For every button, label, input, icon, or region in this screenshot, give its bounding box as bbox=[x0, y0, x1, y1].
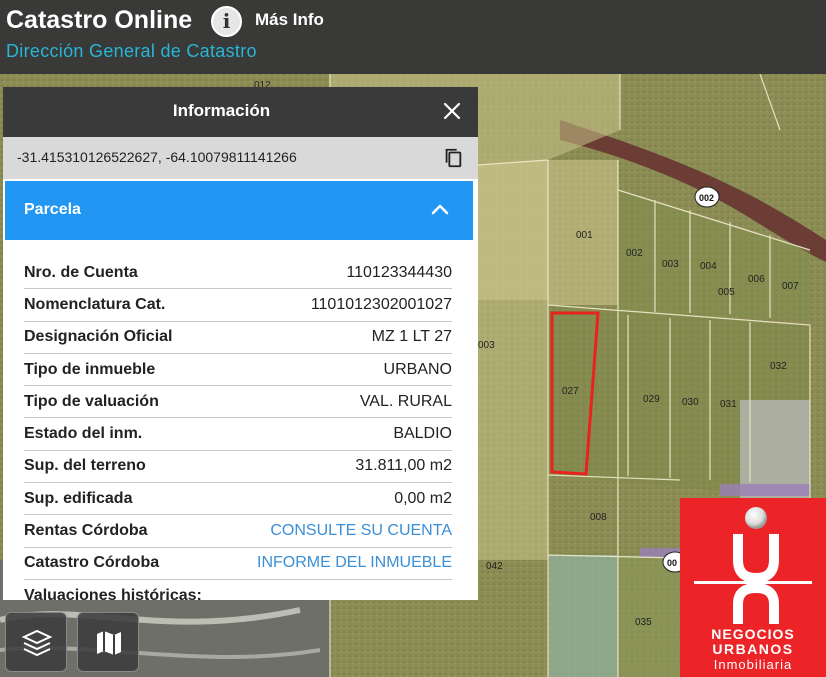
row-label: Tipo de valuación bbox=[24, 392, 159, 410]
detail-row-nomenclature: Nomenclatura Cat. 1101012302001027 bbox=[24, 289, 452, 322]
parcel-details: Nro. de Cuenta 110123344430 Nomenclatura… bbox=[24, 257, 452, 600]
basemap-button[interactable] bbox=[77, 612, 139, 672]
parcel-label: 002 bbox=[626, 248, 643, 259]
parcel-label: 007 bbox=[782, 281, 799, 292]
info-icon[interactable]: i bbox=[211, 6, 242, 37]
parcel-label: 032 bbox=[770, 361, 787, 372]
parcel-label: 027 bbox=[562, 386, 579, 397]
row-label: Sup. edificada bbox=[24, 489, 133, 507]
parcela-section-header[interactable]: Parcela bbox=[5, 181, 473, 240]
row-label: Nro. de Cuenta bbox=[24, 263, 138, 281]
parcel-label: 030 bbox=[682, 397, 699, 408]
row-label: Valuaciones históricas: bbox=[24, 587, 202, 600]
coordinates-bar: -31.415310126522627, -64.10079811141266 bbox=[3, 137, 478, 179]
app-subtitle: Dirección General de Catastro bbox=[6, 41, 257, 61]
negocios-urbanos-logo: NEGOCIOS URBANOS Inmobiliaria bbox=[680, 498, 826, 677]
parcel-label: 029 bbox=[643, 394, 660, 405]
row-value: 31.811,00 m2 bbox=[355, 457, 452, 475]
row-value: 0,00 m2 bbox=[394, 489, 452, 507]
row-value: MZ 1 LT 27 bbox=[371, 328, 452, 346]
road-badge: 002 bbox=[694, 186, 720, 208]
panel-title: Información bbox=[172, 101, 271, 120]
detail-row-built-area: Sup. edificada 0,00 m2 bbox=[24, 483, 452, 516]
copy-icon[interactable] bbox=[442, 147, 464, 169]
info-panel: Información -31.415310126522627, -64.100… bbox=[3, 87, 478, 600]
svg-text:002: 002 bbox=[699, 193, 714, 203]
row-value: URBANO bbox=[383, 360, 452, 378]
section-title: Parcela bbox=[24, 201, 81, 218]
parcel-label: 005 bbox=[718, 287, 735, 298]
layers-button[interactable] bbox=[5, 612, 67, 672]
coordinates-text: -31.415310126522627, -64.10079811141266 bbox=[17, 149, 297, 165]
parcel-label: 042 bbox=[486, 561, 503, 572]
svg-text:00: 00 bbox=[667, 558, 677, 568]
detail-row-designation: Designación Oficial MZ 1 LT 27 bbox=[24, 322, 452, 354]
row-label: Nomenclatura Cat. bbox=[24, 295, 166, 313]
logo-mark bbox=[694, 507, 812, 624]
detail-row-status: Estado del inm. BALDIO bbox=[24, 418, 452, 451]
detail-row-rentas: Rentas Córdoba CONSULTE SU CUENTA bbox=[24, 515, 452, 548]
parcel-label: 031 bbox=[720, 399, 737, 410]
parcel-label: 001 bbox=[576, 230, 593, 241]
logo-line-2: URBANOS bbox=[712, 641, 794, 657]
detail-row-property-type: Tipo de inmueble URBANO bbox=[24, 354, 452, 387]
detail-row-valuation-type: Tipo de valuación VAL. RURAL bbox=[24, 386, 452, 419]
row-value: 1101012302001027 bbox=[310, 295, 452, 313]
informe-inmueble-link[interactable]: INFORME DEL INMUEBLE bbox=[257, 554, 452, 572]
row-value: 110123344430 bbox=[346, 263, 452, 281]
detail-row-account: Nro. de Cuenta 110123344430 bbox=[24, 257, 452, 290]
detail-row-catastro: Catastro Córdoba INFORME DEL INMUEBLE bbox=[24, 548, 452, 580]
parcel-label: 035 bbox=[635, 617, 652, 628]
row-label: Rentas Córdoba bbox=[24, 522, 148, 540]
chevron-up-icon[interactable] bbox=[431, 202, 449, 216]
close-icon[interactable] bbox=[440, 99, 464, 123]
row-value: BALDIO bbox=[393, 425, 452, 443]
detail-row-history: Valuaciones históricas: bbox=[24, 580, 452, 600]
panel-header: Información bbox=[3, 87, 478, 137]
logo-line-3: Inmobiliaria bbox=[713, 657, 793, 672]
layers-icon bbox=[21, 629, 53, 657]
parcel-label: 004 bbox=[700, 261, 717, 272]
app-header: Catastro Online Dirección General de Cat… bbox=[0, 0, 826, 74]
row-label: Estado del inm. bbox=[24, 425, 143, 443]
parcel-label: 003 bbox=[478, 340, 495, 351]
more-info-link[interactable]: Más Info bbox=[255, 10, 324, 30]
parcel-label: 008 bbox=[590, 512, 607, 523]
logo-line-1: NEGOCIOS bbox=[711, 626, 795, 642]
app-title: Catastro Online bbox=[6, 6, 193, 34]
row-label: Sup. del terreno bbox=[24, 457, 146, 475]
row-label: Catastro Córdoba bbox=[24, 554, 160, 572]
row-label: Designación Oficial bbox=[24, 328, 173, 346]
consulte-cuenta-link[interactable]: CONSULTE SU CUENTA bbox=[270, 522, 452, 540]
detail-row-land-area: Sup. del terreno 31.811,00 m2 bbox=[24, 451, 452, 484]
parcel-label: 003 bbox=[662, 259, 679, 270]
parcel-label: 006 bbox=[748, 274, 765, 285]
row-label: Tipo de inmueble bbox=[24, 360, 156, 378]
map-icon bbox=[97, 631, 121, 655]
row-value: VAL. RURAL bbox=[359, 392, 452, 410]
